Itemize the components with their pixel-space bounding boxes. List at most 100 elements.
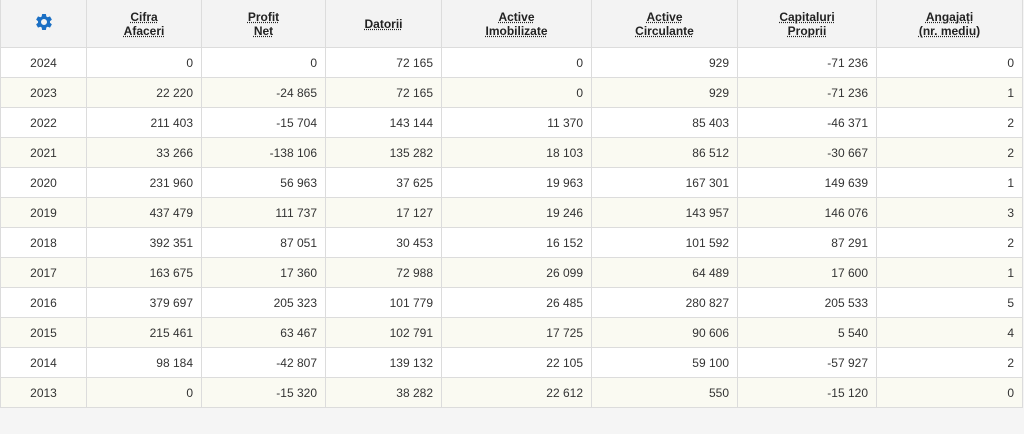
value-cell: 0 (441, 77, 592, 108)
value-cell: 102 791 (325, 317, 442, 348)
header-line1: Active (646, 9, 683, 24)
value-cell: 18 103 (441, 137, 592, 168)
value-cell: 17 725 (441, 317, 592, 348)
column-header-active-circulante[interactable]: Active Circulante (591, 0, 738, 48)
value-cell: -57 927 (737, 347, 877, 378)
value-cell: 17 360 (201, 257, 326, 288)
value-cell: -24 865 (201, 77, 326, 108)
value-cell: 33 266 (86, 137, 202, 168)
value-cell: 143 957 (591, 197, 738, 228)
value-cell: 72 165 (325, 77, 442, 108)
table-row: 2023 22 220 -24 865 72 165 0 929 -71 236 1 (0, 77, 1023, 108)
value-cell: 167 301 (591, 167, 738, 198)
value-cell: 2 (876, 227, 1023, 258)
value-cell: 63 467 (201, 317, 326, 348)
table-row: 2018 392 351 87 051 30 453 16 152 101 592 87 2… (0, 227, 1023, 258)
table-row: 2022 211 403 -15 704 143 144 11 370 85 403 -46… (0, 107, 1023, 138)
header-line1: Capitaluri (779, 9, 835, 24)
value-cell: 135 282 (325, 137, 442, 168)
value-cell: 101 592 (591, 227, 738, 258)
value-cell: 1 (876, 77, 1023, 108)
value-cell: 205 533 (737, 287, 877, 318)
value-cell: 22 612 (441, 377, 592, 408)
table-row: 2020 231 960 56 963 37 625 19 963 167 301 149 … (0, 167, 1023, 198)
value-cell: -15 704 (201, 107, 326, 138)
gear-icon[interactable] (34, 12, 54, 32)
value-cell: 64 489 (591, 257, 738, 288)
value-cell: 101 779 (325, 287, 442, 318)
value-cell: 19 246 (441, 197, 592, 228)
table-row: 2021 33 266 -138 106 135 282 18 103 86 512 -30… (0, 137, 1023, 168)
value-cell: -138 106 (201, 137, 326, 168)
year-cell: 2022 (0, 107, 87, 138)
value-cell: 143 144 (325, 107, 442, 138)
value-cell: 22 105 (441, 347, 592, 378)
column-header-active-imobilizate[interactable]: Active Imobilizate (441, 0, 592, 48)
header-line2: Net (253, 23, 274, 38)
value-cell: 22 220 (86, 77, 202, 108)
value-cell: -71 236 (737, 77, 877, 108)
value-cell: 205 323 (201, 287, 326, 318)
table-row: 2024 0 0 72 165 0 929 -71 236 0 (0, 47, 1023, 78)
column-header-capitaluri-proprii[interactable]: Capitaluri Proprii (737, 0, 877, 48)
column-header-cifra-afaceri[interactable]: Cifra Afaceri (86, 0, 202, 48)
value-cell: 56 963 (201, 167, 326, 198)
value-cell: 1 (876, 167, 1023, 198)
value-cell: -30 667 (737, 137, 877, 168)
value-cell: 26 099 (441, 257, 592, 288)
value-cell: 87 291 (737, 227, 877, 258)
header-line2: Circulante (635, 23, 694, 38)
value-cell: 550 (591, 377, 738, 408)
year-cell: 2024 (0, 47, 87, 78)
year-cell: 2017 (0, 257, 87, 288)
header-line1: Angajați (925, 9, 974, 24)
table-row: 2013 0 -15 320 38 282 22 612 550 -15 120 0 (0, 377, 1023, 408)
value-cell: 2 (876, 137, 1023, 168)
value-cell: 163 675 (86, 257, 202, 288)
value-cell: 5 (876, 287, 1023, 318)
value-cell: 0 (441, 47, 592, 78)
value-cell: 0 (86, 377, 202, 408)
year-cell: 2020 (0, 167, 87, 198)
financial-data-table: Cifra Afaceri Profit Net Datorii Active Imo… (0, 0, 1023, 408)
value-cell: 379 697 (86, 287, 202, 318)
value-cell: 0 (86, 47, 202, 78)
value-cell: 149 639 (737, 167, 877, 198)
table-header: Cifra Afaceri Profit Net Datorii Active Imo… (0, 0, 1023, 48)
year-cell: 2018 (0, 227, 87, 258)
value-cell: 26 485 (441, 287, 592, 318)
header-line1: Cifra (130, 9, 158, 24)
value-cell: 0 (876, 377, 1023, 408)
value-cell: 2 (876, 347, 1023, 378)
column-header-datorii[interactable]: Datorii (325, 0, 442, 48)
year-cell: 2014 (0, 347, 87, 378)
value-cell: 392 351 (86, 227, 202, 258)
value-cell: 0 (876, 47, 1023, 78)
table-row: 2014 98 184 -42 807 139 132 22 105 59 100 -57 … (0, 347, 1023, 378)
value-cell: 16 152 (441, 227, 592, 258)
value-cell: 17 127 (325, 197, 442, 228)
header-line2: Imobilizate (485, 23, 548, 38)
value-cell: 86 512 (591, 137, 738, 168)
value-cell: 3 (876, 197, 1023, 228)
value-cell: 139 132 (325, 347, 442, 378)
header-line2: (nr. mediu) (918, 23, 981, 38)
value-cell: 5 540 (737, 317, 877, 348)
column-header-angajati[interactable]: Angajați (nr. mediu) (876, 0, 1023, 48)
value-cell: 4 (876, 317, 1023, 348)
value-cell: 85 403 (591, 107, 738, 138)
column-header-profit-net[interactable]: Profit Net (201, 0, 326, 48)
year-cell: 2019 (0, 197, 87, 228)
value-cell: 87 051 (201, 227, 326, 258)
value-cell: 1 (876, 257, 1023, 288)
year-cell: 2015 (0, 317, 87, 348)
table-row: 2015 215 461 63 467 102 791 17 725 90 606 5 54… (0, 317, 1023, 348)
value-cell: 72 988 (325, 257, 442, 288)
header-line2: Proprii (787, 23, 827, 38)
value-cell: 90 606 (591, 317, 738, 348)
value-cell: 929 (591, 47, 738, 78)
value-cell: -42 807 (201, 347, 326, 378)
value-cell: -46 371 (737, 107, 877, 138)
value-cell: -15 320 (201, 377, 326, 408)
value-cell: 30 453 (325, 227, 442, 258)
